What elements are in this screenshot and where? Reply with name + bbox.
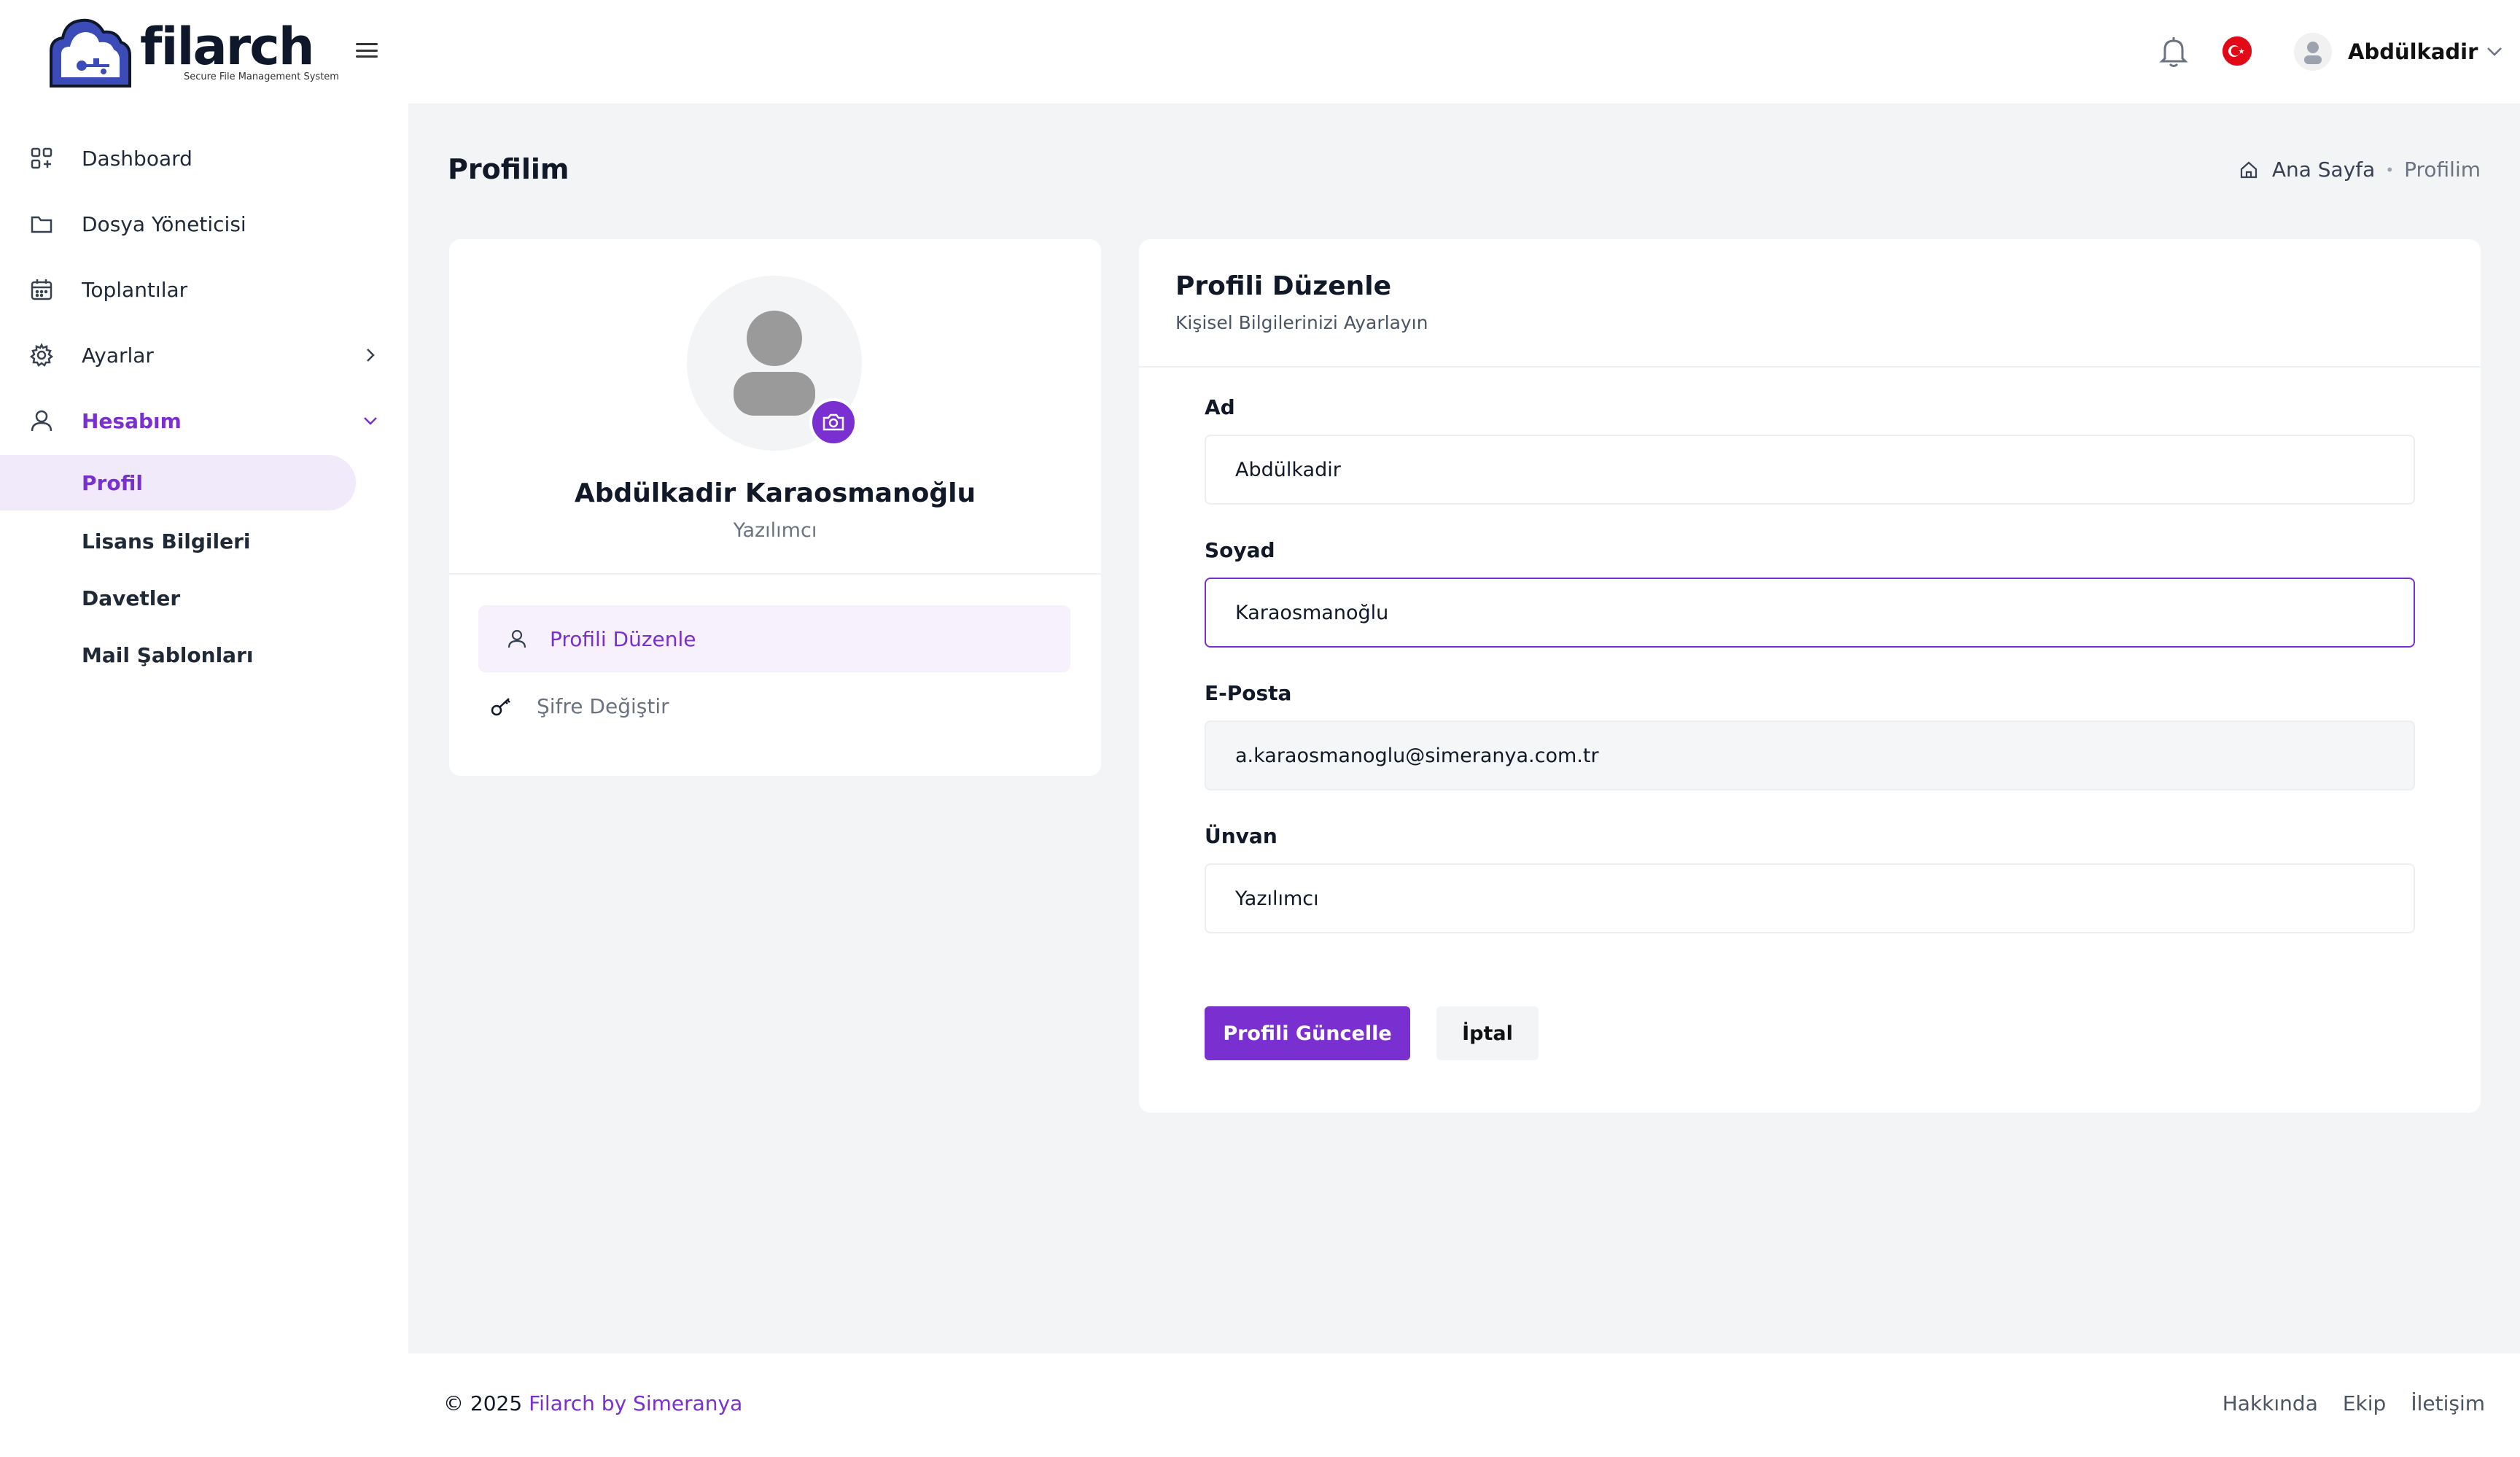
cloud-logo-icon — [41, 10, 136, 92]
breadcrumb-current: Profilim — [2404, 158, 2481, 182]
edit-profile-card: Profili Düzenle Kişisel Bilgilerinizi Ay… — [1139, 239, 2481, 1113]
menu-toggle-icon[interactable] — [356, 41, 378, 60]
breadcrumb-separator: • — [2385, 160, 2395, 179]
sidebar-item-label: Dashboard — [82, 146, 192, 171]
turkey-flag-icon[interactable] — [2222, 36, 2252, 66]
folder-icon — [31, 216, 52, 233]
first-name-label: Ad — [1205, 395, 1235, 419]
notification-bell-icon[interactable] — [2158, 35, 2189, 69]
key-icon — [491, 698, 510, 716]
edit-form-title: Profili Düzenle — [1175, 271, 1392, 301]
email-label: E-Posta — [1205, 681, 1292, 705]
user-icon — [31, 410, 52, 432]
user-menu[interactable]: Abdülkadir — [2294, 32, 2502, 71]
job-title-input[interactable] — [1205, 863, 2415, 933]
sidebar-subitem-invitations[interactable]: Davetler — [0, 570, 356, 626]
sidebar-item-account[interactable]: Hesabım — [0, 395, 408, 446]
logo-text: filarch Secure File Management System — [140, 20, 339, 82]
home-icon — [2240, 161, 2257, 178]
sidebar-subitem-license[interactable]: Lisans Bilgileri — [0, 513, 356, 569]
sidebar-item-label: Ayarlar — [82, 343, 154, 368]
chevron-down-icon — [364, 417, 377, 425]
profile-menu-change-password[interactable]: Şifre Değiştir — [478, 672, 1070, 739]
page-title: Profilim — [448, 153, 569, 185]
last-name-input[interactable] — [1205, 578, 2415, 648]
sidebar-subitem-mail-templates[interactable]: Mail Şablonları — [0, 627, 356, 683]
edit-form-subtitle: Kişisel Bilgilerinizi Ayarlayın — [1175, 312, 1428, 333]
breadcrumb: Ana Sayfa • Profilim — [2239, 158, 2481, 182]
sidebar-subitem-label: Lisans Bilgileri — [82, 529, 251, 553]
sidebar: Dashboard Dosya Yöneticisi Toplantılar A… — [0, 104, 408, 1457]
sidebar-item-label: Hesabım — [82, 408, 182, 433]
first-name-input[interactable] — [1205, 435, 2415, 505]
sidebar-subitem-label: Davetler — [82, 586, 181, 610]
profile-menu-label: Profili Düzenle — [550, 626, 696, 651]
footer-link-about[interactable]: Hakkında — [2222, 1391, 2318, 1415]
sidebar-item-dashboard[interactable]: Dashboard — [0, 133, 408, 184]
job-title-label: Ünvan — [1205, 824, 1278, 848]
sidebar-item-label: Toplantılar — [82, 277, 188, 302]
cancel-button[interactable]: İptal — [1436, 1006, 1539, 1060]
divider — [449, 573, 1101, 575]
sidebar-subitem-label: Profil — [82, 470, 143, 495]
sidebar-item-file-manager[interactable]: Dosya Yöneticisi — [0, 198, 408, 249]
camera-upload-button[interactable] — [809, 398, 858, 446]
calendar-icon — [31, 279, 52, 300]
email-field[interactable] — [1205, 720, 2415, 790]
user-icon — [508, 629, 526, 648]
footer: © 2025 Filarch by Simeranya Hakkında Eki… — [408, 1353, 2520, 1457]
dashboard-icon — [31, 147, 52, 169]
divider — [1139, 366, 2481, 368]
gear-icon — [29, 343, 54, 367]
last-name-label: Soyad — [1205, 538, 1275, 562]
profile-menu-edit-profile[interactable]: Profili Düzenle — [478, 605, 1070, 672]
brand-name: filarch — [140, 17, 315, 77]
chevron-right-icon — [367, 349, 375, 362]
copyright-link[interactable]: Filarch by Simeranya — [529, 1391, 742, 1415]
sidebar-subitem-label: Mail Şablonları — [82, 642, 254, 667]
profile-name: Abdülkadir Karaosmanoğlu — [574, 478, 976, 508]
camera-icon — [822, 413, 844, 431]
copyright-prefix: © 2025 — [443, 1391, 523, 1415]
profile-menu-label: Şifre Değiştir — [537, 693, 669, 718]
brand-logo[interactable]: filarch Secure File Management System — [41, 10, 339, 92]
top-header: filarch Secure File Management System Ab… — [0, 0, 2520, 104]
brand-tagline: Secure File Management System — [184, 71, 339, 82]
user-name: Abdülkadir — [2348, 39, 2478, 64]
chevron-down-icon — [2487, 47, 2502, 56]
update-profile-button[interactable]: Profili Güncelle — [1205, 1006, 1410, 1060]
footer-links: Hakkında Ekip İletişim — [2222, 1391, 2485, 1415]
sidebar-subitem-profile[interactable]: Profil — [0, 455, 356, 510]
footer-link-contact[interactable]: İletişim — [2411, 1391, 2485, 1415]
sidebar-item-meetings[interactable]: Toplantılar — [0, 264, 408, 315]
sidebar-item-label: Dosya Yöneticisi — [82, 211, 246, 236]
footer-link-team[interactable]: Ekip — [2343, 1391, 2386, 1415]
profile-job-title: Yazılımcı — [733, 519, 817, 542]
profile-card: Abdülkadir Karaosmanoğlu Yazılımcı Profi… — [449, 239, 1101, 776]
copyright: © 2025 Filarch by Simeranya — [443, 1391, 742, 1415]
avatar — [2294, 33, 2332, 71]
sidebar-item-settings[interactable]: Ayarlar — [0, 330, 408, 381]
breadcrumb-home-link[interactable]: Ana Sayfa — [2272, 158, 2375, 182]
